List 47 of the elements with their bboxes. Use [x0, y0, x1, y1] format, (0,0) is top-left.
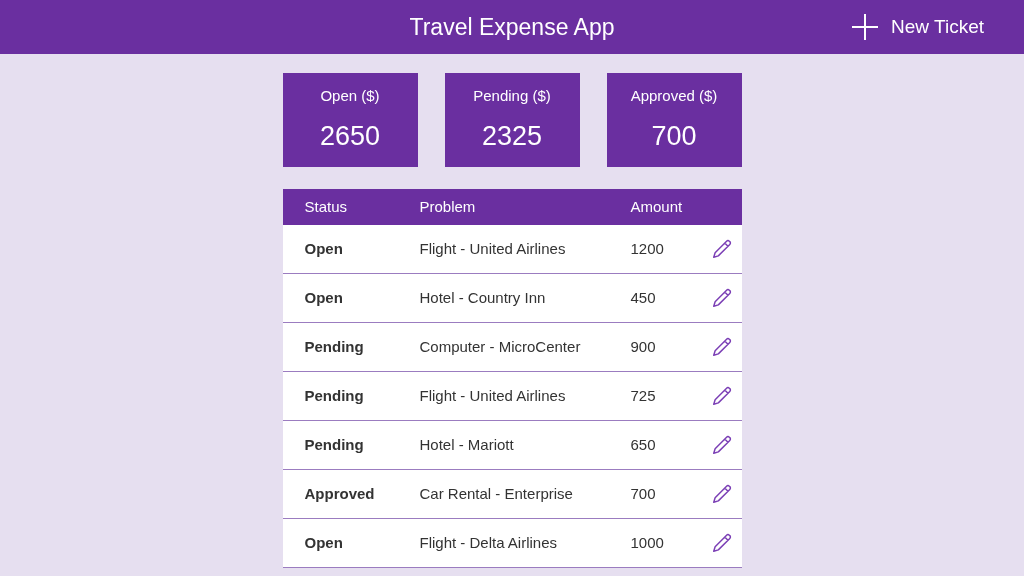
problem-cell-text: Flight - United Airlines: [419, 385, 567, 406]
amount-cell-text: 650: [630, 434, 657, 455]
amount-cell-text: 700: [630, 483, 657, 504]
status-cell-text: Pending: [303, 336, 365, 357]
table-row[interactable]: Open Flight - Delta Airlines 1000: [282, 519, 742, 568]
column-header: Amount: [630, 196, 684, 217]
problem-cell-text: Hotel - Country Inn: [419, 287, 547, 308]
status-cell-text: Open: [303, 532, 344, 553]
card-label: Approved ($): [630, 86, 718, 106]
problem-cell-text: Computer - MicroCenter: [419, 336, 582, 357]
edit-icon[interactable]: [710, 434, 733, 456]
amount-cell-text: 900: [630, 336, 657, 357]
table-row[interactable]: Pending Hotel - Mariott 650: [282, 421, 742, 470]
amount-cell-text: 1200: [630, 238, 665, 259]
table-row[interactable]: Open Hotel - Country Inn 450: [282, 274, 742, 323]
new-ticket-button[interactable]: New Ticket: [851, 10, 984, 44]
status-cell-text: Pending: [303, 385, 365, 406]
edit-icon[interactable]: [710, 385, 733, 407]
status-cell-text: Open: [303, 238, 344, 259]
problem-cell-text: Flight - United Airlines: [419, 238, 567, 259]
card-label: Open ($): [320, 86, 380, 106]
amount-cell-text: 725: [630, 385, 657, 406]
table-row[interactable]: Open Flight - United Airlines 1200: [282, 225, 742, 274]
status-cell-text: Open: [303, 287, 344, 308]
problem-cell-text: Flight - Delta Airlines: [419, 532, 559, 553]
card-label: Pending ($): [473, 86, 551, 106]
column-header: Status: [303, 196, 349, 217]
amount-cell-text: 450: [630, 287, 657, 308]
column-header: Problem: [419, 196, 477, 217]
amount-cell-text: 1000: [630, 532, 665, 553]
card-value: 2325: [481, 119, 543, 153]
app-title: Travel Expense App: [409, 12, 615, 42]
table-row[interactable]: Pending Computer - MicroCenter 900: [282, 323, 742, 372]
plus-icon: [851, 13, 880, 41]
card-value: 2650: [319, 119, 381, 153]
edit-icon[interactable]: [710, 238, 733, 260]
problem-cell-text: Hotel - Mariott: [419, 434, 515, 455]
edit-icon[interactable]: [710, 483, 733, 505]
edit-icon[interactable]: [710, 532, 733, 554]
table-row[interactable]: Approved Car Rental - Enterprise 700: [282, 470, 742, 519]
status-cell-text: Pending: [303, 434, 365, 455]
table-row[interactable]: Pending Flight - United Airlines 725: [282, 372, 742, 421]
edit-icon[interactable]: [710, 336, 733, 358]
card-value: 700: [651, 119, 697, 153]
edit-icon[interactable]: [710, 287, 733, 309]
status-cell-text: Approved: [303, 483, 376, 504]
problem-cell-text: Car Rental - Enterprise: [419, 483, 574, 504]
